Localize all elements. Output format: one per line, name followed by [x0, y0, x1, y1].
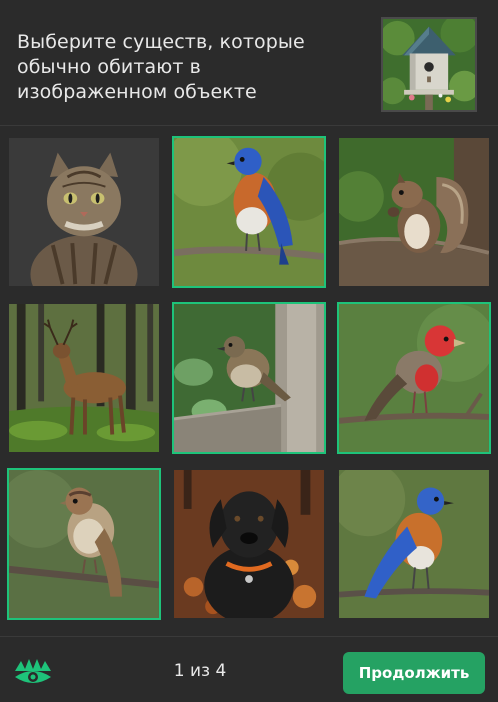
- tile-deer[interactable]: [7, 302, 161, 454]
- challenge-footer: 1 из 4 Продолжить: [0, 636, 498, 702]
- challenge-prompt: Выберите существ, которые обычно обитают…: [17, 31, 305, 103]
- tile-cat[interactable]: [7, 136, 161, 288]
- tile-bluebird[interactable]: [172, 136, 326, 288]
- eye-logo-icon: [15, 659, 51, 683]
- tile-sparrow-on-branch[interactable]: [7, 468, 161, 620]
- tile-bluebird-2[interactable]: [337, 468, 491, 620]
- tile-sparrow[interactable]: [172, 302, 326, 454]
- tile-black-dog[interactable]: [172, 468, 326, 620]
- image-grid: [7, 136, 491, 626]
- continue-button[interactable]: Продолжить: [343, 652, 485, 694]
- page-counter: 1 из 4: [173, 661, 227, 681]
- challenge-header: Выберите существ, которые обычно обитают…: [0, 0, 498, 126]
- tile-squirrel[interactable]: [337, 136, 491, 288]
- birdhouse-image: [381, 17, 477, 112]
- tile-red-headed-finch[interactable]: [337, 302, 491, 454]
